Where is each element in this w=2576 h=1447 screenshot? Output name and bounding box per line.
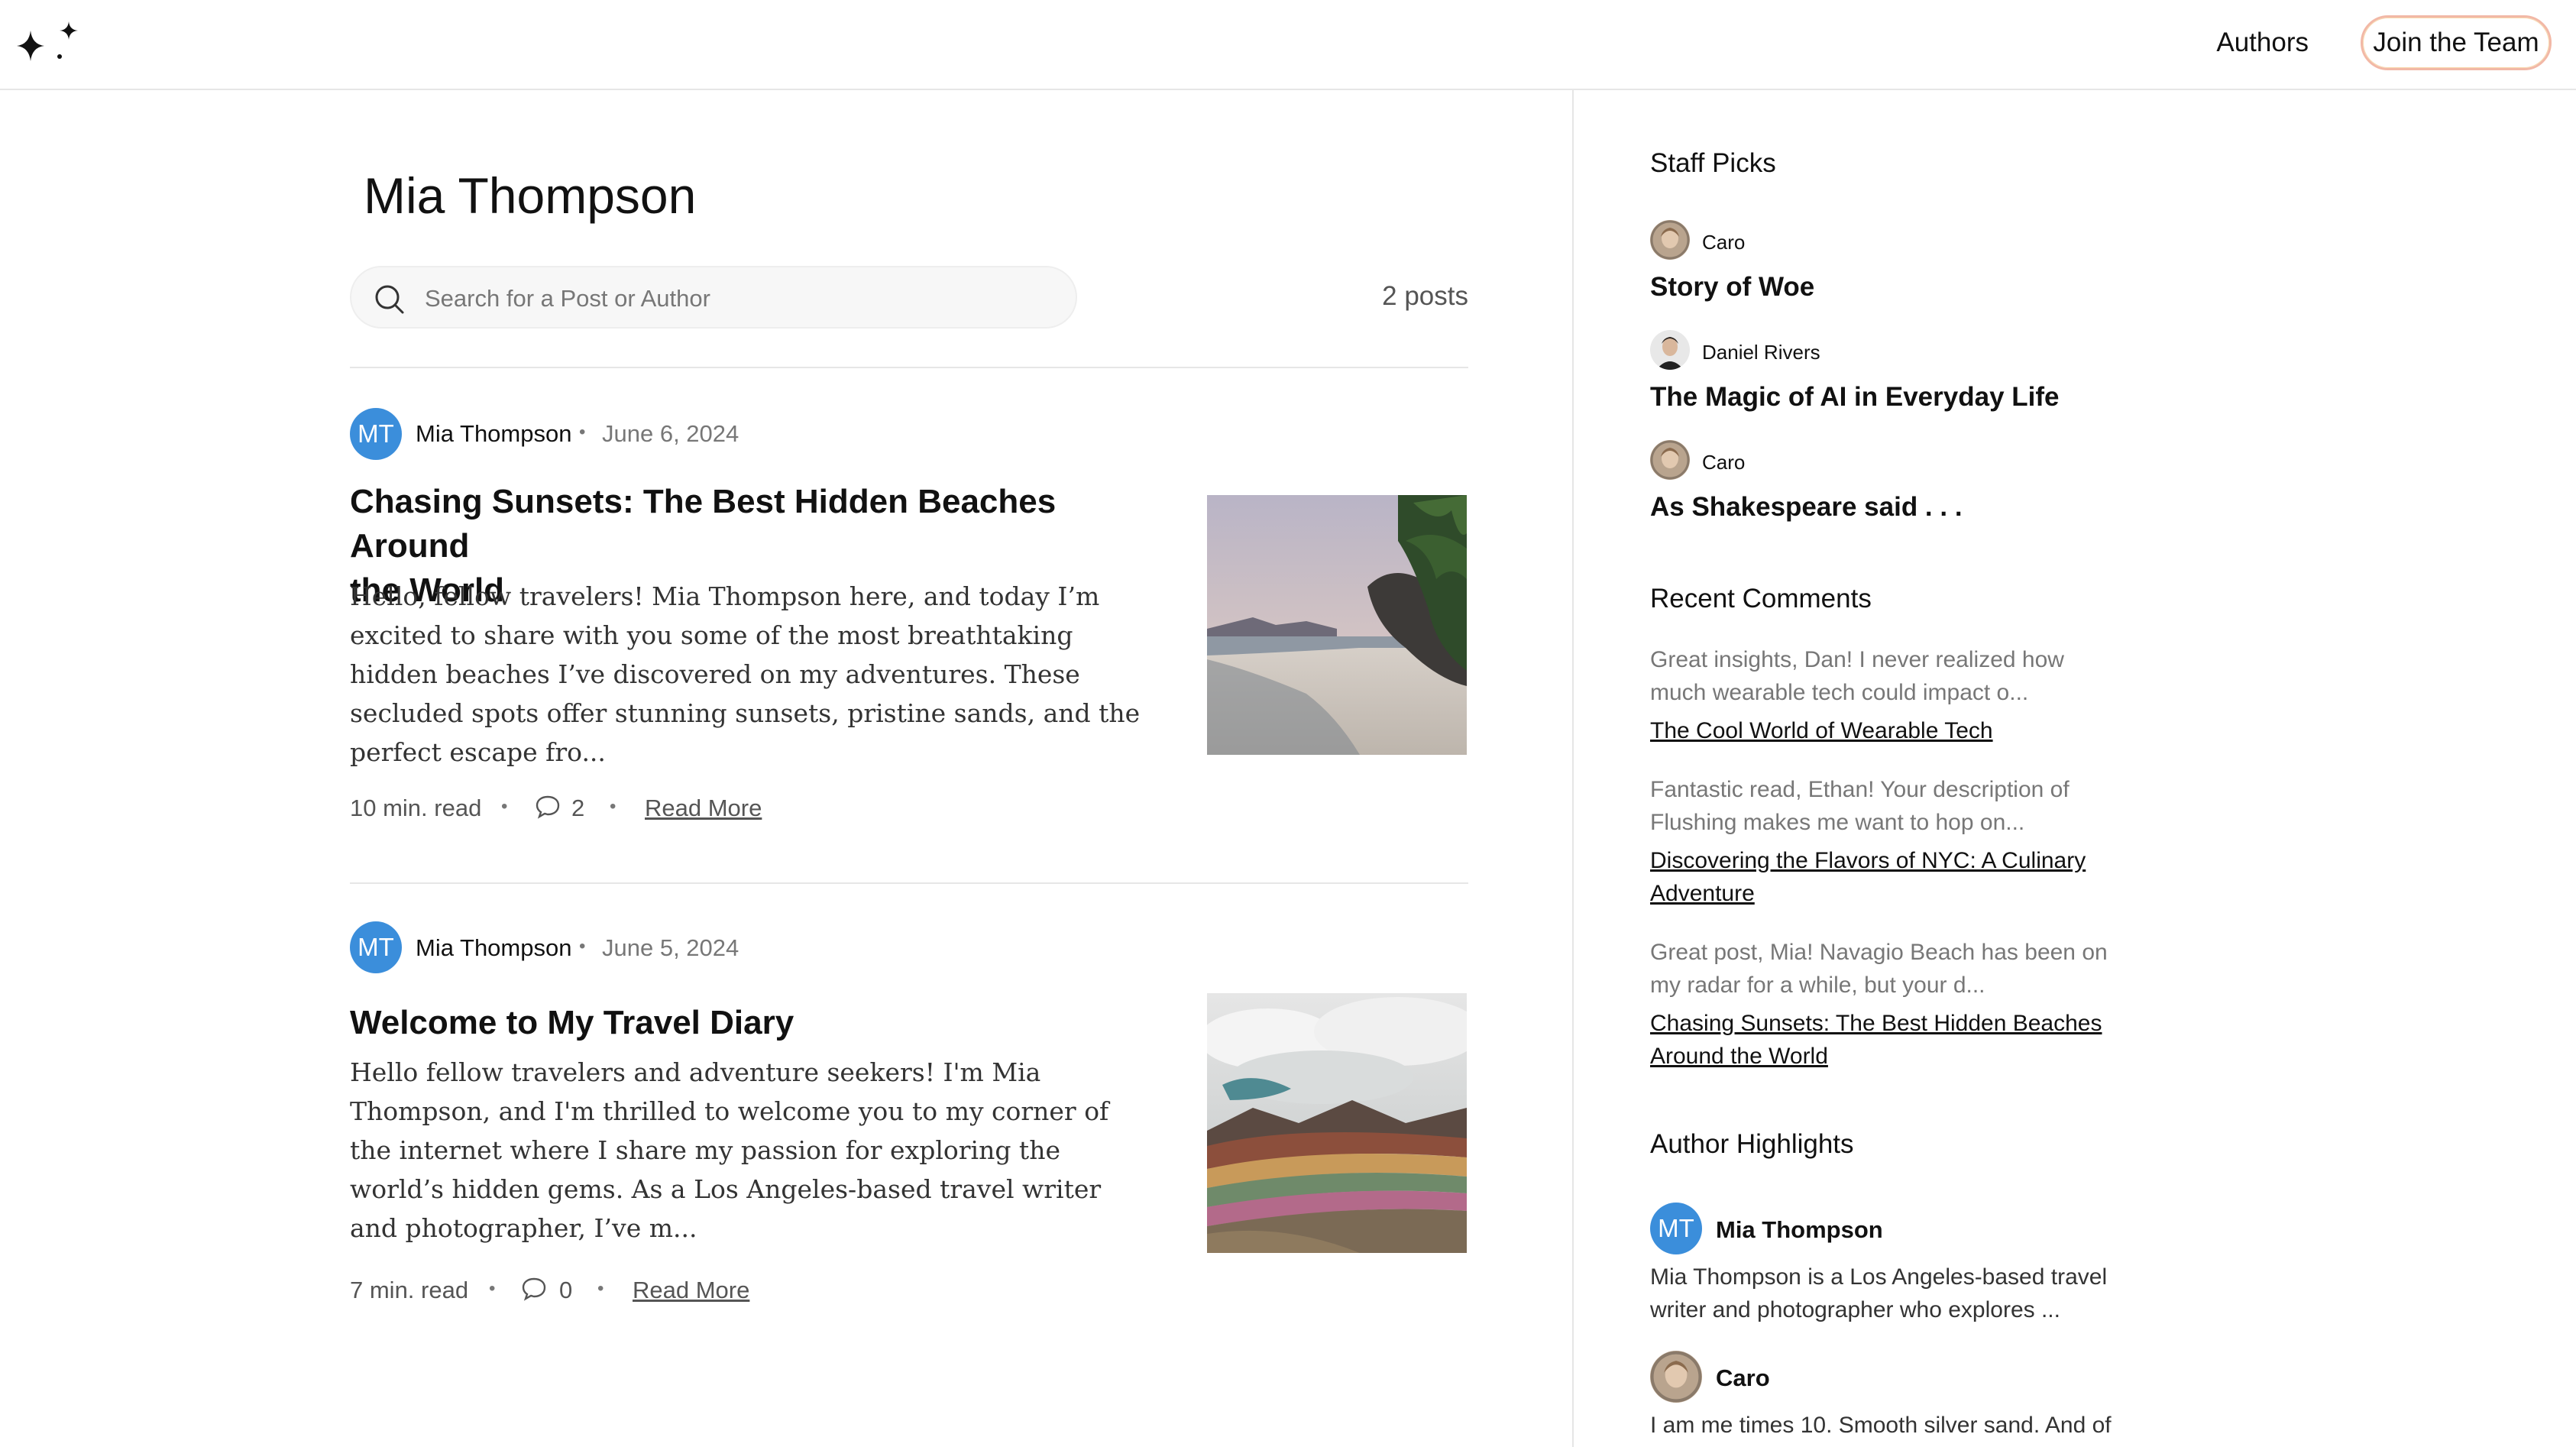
highlight-author-name[interactable]: Caro: [1716, 1364, 1770, 1392]
separator-dot: •: [579, 422, 586, 442]
post-author[interactable]: Mia Thompson: [416, 934, 571, 962]
staff-pick-title[interactable]: As Shakespeare said . . .: [1650, 492, 1963, 523]
post-author[interactable]: Mia Thompson: [416, 420, 571, 448]
caro-avatar-image: [1650, 1351, 1702, 1403]
avatar[interactable]: MT: [350, 921, 402, 973]
avatar[interactable]: [1650, 440, 1690, 480]
highlight-author-bio: I am me times 10. Smooth silver sand. An…: [1650, 1413, 2112, 1438]
comment-count: 2: [571, 795, 585, 821]
avatar[interactable]: [1650, 330, 1690, 370]
highlight-author-bio: Mia Thompson is a Los Angeles-based trav…: [1650, 1264, 2108, 1322]
staff-pick-author[interactable]: Daniel Rivers: [1702, 341, 1820, 364]
search-bar[interactable]: [350, 266, 1077, 329]
comment-count: 0: [559, 1277, 573, 1303]
top-header: Authors Join the Team: [0, 0, 2576, 90]
rainbow-mountain-image: [1207, 993, 1467, 1253]
highlight-author-name[interactable]: Mia Thompson: [1716, 1216, 1883, 1244]
search-input[interactable]: [423, 278, 1053, 319]
post-excerpt: Hello fellow travelers and adventure see…: [350, 1057, 1109, 1243]
post-date: June 5, 2024: [602, 934, 739, 961]
avatar[interactable]: [1650, 220, 1690, 260]
join-team-button[interactable]: Join the Team: [2361, 15, 2552, 70]
avatar[interactable]: [1650, 1351, 1702, 1403]
search-icon: [375, 285, 404, 314]
separator-dot: •: [501, 796, 508, 817]
post-date: June 6, 2024: [602, 420, 739, 447]
read-time: 7 min. read: [350, 1277, 469, 1303]
daniel-avatar-image: [1650, 330, 1690, 370]
post-excerpt: Hello, fellow travelers! Mia Thompson he…: [350, 581, 1141, 767]
staff-picks-heading: Staff Picks: [1650, 148, 1776, 178]
post-thumbnail-mountains[interactable]: [1207, 993, 1467, 1253]
staff-pick-title[interactable]: Story of Woe: [1650, 272, 1814, 303]
staff-pick-author[interactable]: Caro: [1702, 231, 1745, 254]
post-title-line[interactable]: Chasing Sunsets: The Best Hidden Beaches…: [350, 480, 1160, 568]
comment-post-link[interactable]: Discovering the Flavors of NYC: A Culina…: [1650, 844, 2124, 910]
separator-dot: •: [610, 796, 616, 817]
avatar[interactable]: MT: [1650, 1203, 1702, 1254]
comment-icon: [522, 1277, 546, 1301]
comment-icon: [536, 795, 560, 819]
author-highlights-heading: Author Highlights: [1650, 1129, 1854, 1159]
page-title: Mia Thompson: [364, 167, 697, 224]
sparkles-icon[interactable]: [14, 17, 86, 70]
separator-dot: •: [489, 1278, 496, 1299]
read-time: 10 min. read: [350, 795, 482, 821]
comment-excerpt: Fantastic read, Ethan! Your description …: [1650, 777, 2070, 835]
post-title[interactable]: Welcome to My Travel Diary: [350, 1001, 1160, 1045]
separator-dot: •: [597, 1278, 604, 1299]
column-divider: [1572, 89, 1574, 1447]
caro-avatar-image: [1650, 440, 1690, 480]
post-thumbnail-beach[interactable]: [1207, 495, 1467, 755]
beach-image: [1207, 495, 1467, 755]
post-count: 2 posts: [1382, 281, 1468, 311]
read-more-link[interactable]: Read More: [633, 1277, 749, 1304]
comment-excerpt: Great insights, Dan! I never realized ho…: [1650, 647, 2064, 705]
comment-post-link[interactable]: Chasing Sunsets: The Best Hidden Beaches…: [1650, 1007, 2124, 1073]
comment-excerpt: Great post, Mia! Navagio Beach has been …: [1650, 940, 2108, 998]
staff-pick-title[interactable]: The Magic of AI in Everyday Life: [1650, 382, 2060, 413]
caro-avatar-image: [1650, 220, 1690, 260]
staff-pick-author[interactable]: Caro: [1702, 451, 1745, 474]
divider: [350, 882, 1468, 884]
divider: [350, 367, 1468, 368]
recent-comments-heading: Recent Comments: [1650, 584, 1872, 613]
read-more-link[interactable]: Read More: [645, 795, 762, 822]
nav-authors-link[interactable]: Authors: [2216, 28, 2309, 58]
separator-dot: •: [579, 936, 586, 957]
comment-post-link[interactable]: The Cool World of Wearable Tech: [1650, 714, 2124, 747]
avatar[interactable]: MT: [350, 408, 402, 460]
